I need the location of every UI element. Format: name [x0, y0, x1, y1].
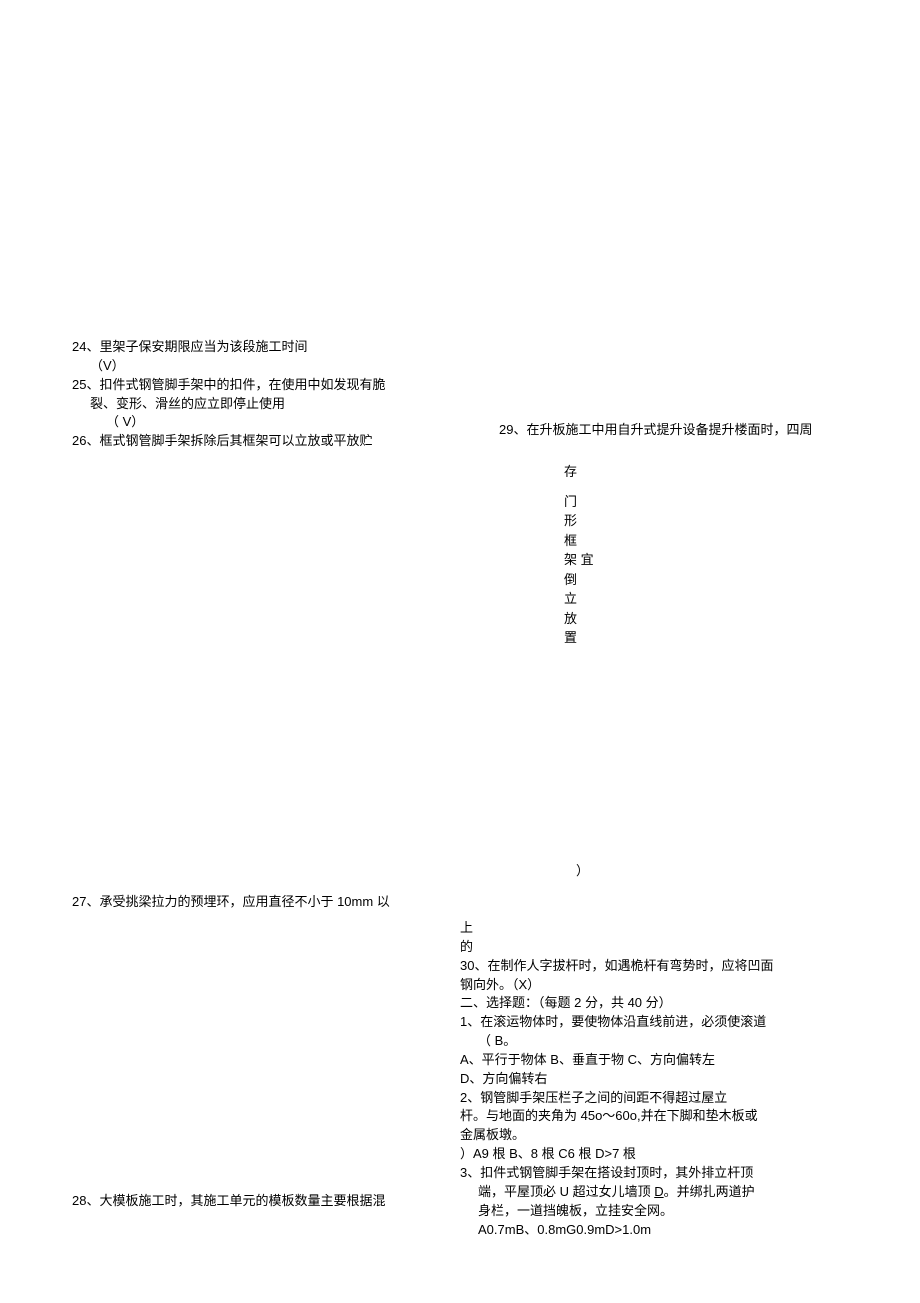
- q28-text: 28、大模板施工时，其施工单元的模板数量主要根据混: [72, 1192, 385, 1211]
- vc-3: 形: [564, 511, 594, 531]
- mc-q1-opts1: A、平行于物体 B、垂直于物 C、方向偏转左: [460, 1051, 860, 1070]
- mc-q3-a: 3、扣件式钢管脚手架在搭设封顶时，其外排立杆顶: [460, 1164, 860, 1183]
- mc-q3-b: 端，平屋顶必 U 超过女儿墙顶: [478, 1184, 654, 1199]
- stray-paren: ）: [576, 862, 589, 881]
- vc-4: 框: [564, 531, 594, 551]
- mc-q3-b-underline: D: [654, 1184, 663, 1199]
- vertical-chars: 存 门 形 框 架 宜 倒 立 放 置: [564, 462, 594, 648]
- q25-text: 25、扣件式钢管脚手架中的扣件，在使用中如发现有脆: [72, 376, 452, 395]
- mc-q1-b: （ B。: [460, 1032, 860, 1051]
- vc-2: 门: [564, 492, 594, 512]
- section2-title: 二、选择题：（每题 2 分，共 40 分）: [460, 994, 860, 1013]
- q30-text: 30、在制作人字拔杆时，如遇桅杆有弯势时，应将凹面: [460, 957, 860, 976]
- mc-q2-d: ）A9 根 B、8 根 C6 根 D>7 根: [460, 1145, 860, 1164]
- mc-q3-b-after: 。并绑扎两道护: [664, 1184, 755, 1199]
- left-upper-block: 24、里架子保安期限应当为该段施工时间 （V） 25、扣件式钢管脚手架中的扣件，…: [72, 338, 452, 451]
- q24-text: 24、里架子保安期限应当为该段施工时间: [72, 338, 452, 357]
- vc-9: 置: [564, 628, 594, 648]
- q30-b: 钢向外。（X）: [460, 976, 860, 995]
- q29-text: 29、在升板施工中用自升式提升设备提升楼面时，四周: [499, 421, 812, 440]
- vc-1: 存: [564, 462, 594, 482]
- col2-l2: 的: [460, 938, 860, 957]
- q27-text: 27、承受挑梁拉力的预埋环，应用直径不小于 10mm 以: [72, 893, 390, 912]
- vc-7: 立: [564, 589, 594, 609]
- mc-q2-c: 金属板墩。: [460, 1126, 860, 1145]
- mc-q3-d: A0.7mB、0.8mG0.9mD>1.0m: [460, 1221, 860, 1240]
- q25-answer: （ V）: [72, 413, 452, 432]
- vc-5: 架 宜: [564, 550, 594, 570]
- mc-q2-a: 2、钢管脚手架压栏子之间的间距不得超过屋立: [460, 1089, 860, 1108]
- q26-text: 26、框式钢管脚手架拆除后其框架可以立放或平放贮: [72, 432, 452, 451]
- q24-answer: （V）: [72, 357, 452, 376]
- mc-q3-c: 身栏，一道挡魄板，立挂安全网。: [460, 1202, 860, 1221]
- vc-8: 放: [564, 609, 594, 629]
- page: 24、里架子保安期限应当为该段施工时间 （V） 25、扣件式钢管脚手架中的扣件，…: [0, 0, 920, 1303]
- col2-l1: 上: [460, 919, 860, 938]
- q25-cont: 裂、变形、滑丝的应立即停止使用: [72, 395, 452, 414]
- vc-6: 倒: [564, 570, 594, 590]
- mc-q2-b: 杆。与地面的夹角为 45o～60o,并在下脚和垫木板或: [460, 1107, 860, 1126]
- mc-q1: 1、在滚运物体时，要使物体沿直线前进，必须使滚道: [460, 1013, 860, 1032]
- right-lower-block: 上 的 30、在制作人字拔杆时，如遇桅杆有弯势时，应将凹面 钢向外。（X） 二、…: [460, 919, 860, 1239]
- mc-q1-opts2: D、方向偏转右: [460, 1070, 860, 1089]
- mc-q3-b-line: 端，平屋顶必 U 超过女儿墙顶 D。并绑扎两道护: [460, 1183, 860, 1202]
